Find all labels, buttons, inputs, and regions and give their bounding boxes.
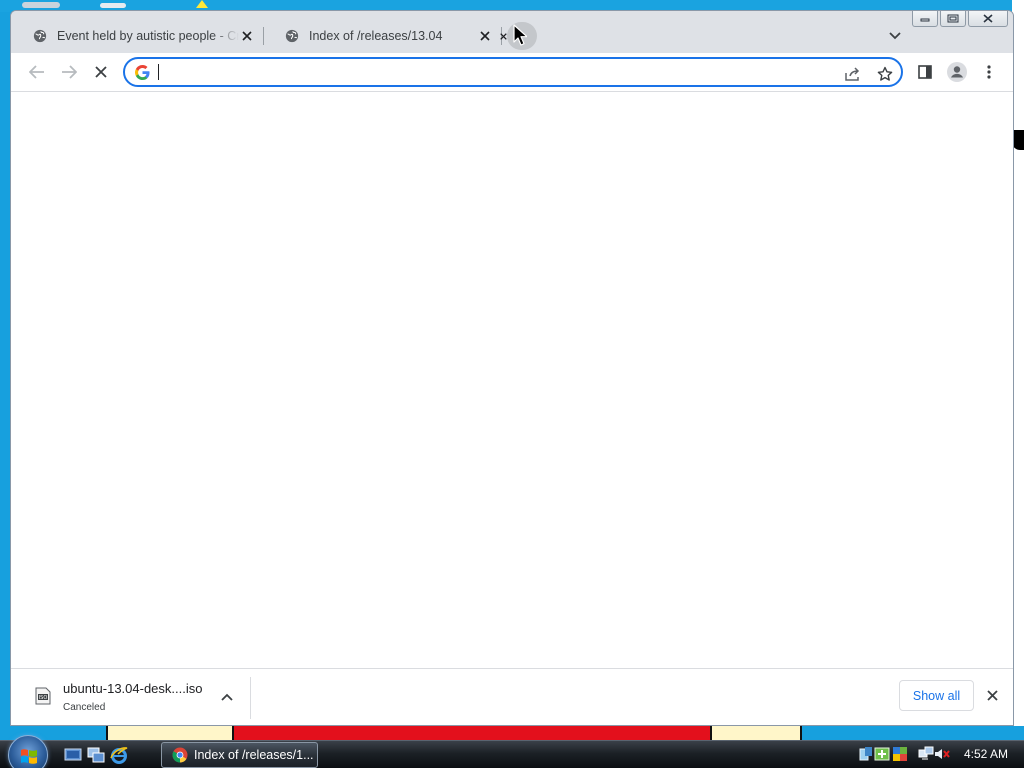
- download-options-button[interactable]: [217, 687, 237, 707]
- page-content[interactable]: [11, 92, 1013, 668]
- close-icon: [983, 14, 993, 23]
- profile-button[interactable]: [945, 60, 969, 84]
- download-item[interactable]: ISO ubuntu-13.04-desk....iso Canceled: [11, 669, 251, 725]
- tab-title: Event held by autistic people - Cr: [57, 29, 239, 43]
- close-tab-icon[interactable]: [495, 28, 511, 44]
- bookmark-star-icon[interactable]: [875, 64, 895, 84]
- tray-app-icon[interactable]: [858, 746, 874, 762]
- download-shelf: ISO ubuntu-13.04-desk....iso Canceled Sh…: [11, 668, 1013, 725]
- close-window-button[interactable]: [968, 11, 1008, 27]
- download-separator: [250, 677, 251, 719]
- globe-icon: [33, 29, 47, 43]
- globe-icon: [285, 29, 299, 43]
- minimize-icon: [920, 18, 930, 21]
- tab-index-of-releases[interactable]: Index of /releases/13.04: [263, 23, 501, 49]
- chevron-down-icon: [889, 32, 901, 40]
- address-input[interactable]: [157, 62, 837, 82]
- close-shelf-button[interactable]: [983, 686, 1001, 704]
- stop-loading-button[interactable]: [89, 60, 113, 84]
- browser-window: Event held by autistic people - Cr Index…: [10, 10, 1014, 726]
- mouse-cursor-icon: [513, 24, 527, 46]
- restore-button[interactable]: [940, 11, 966, 27]
- minimize-button[interactable]: [912, 11, 938, 27]
- window-controls: [912, 11, 1008, 28]
- svg-text:ISO: ISO: [39, 695, 48, 701]
- tab-event-held[interactable]: Event held by autistic people - Cr: [11, 23, 263, 49]
- taskbar-chrome-window[interactable]: Index of /releases/1...: [161, 742, 318, 768]
- taskbar-window-title: Index of /releases/1...: [194, 748, 314, 762]
- browser-toolbar: [11, 53, 1013, 91]
- network-icon[interactable]: [918, 746, 934, 762]
- download-filename: ubuntu-13.04-desk....iso: [63, 681, 203, 696]
- taskbar: Index of /releases/1... 4:52 AM: [0, 735, 1024, 768]
- side-panel-button[interactable]: [913, 60, 937, 84]
- tray-shield-icon[interactable]: [892, 746, 908, 762]
- restore-icon: [947, 14, 959, 23]
- switch-windows-icon[interactable]: [87, 746, 105, 764]
- stop-icon: [95, 66, 107, 78]
- tab-strip: Event held by autistic people - Cr Index…: [11, 11, 1013, 53]
- avatar-icon: [947, 62, 967, 82]
- close-icon: [986, 689, 998, 701]
- forward-button[interactable]: [57, 60, 81, 84]
- chrome-icon: [172, 747, 188, 763]
- system-clock[interactable]: 4:52 AM: [964, 747, 1008, 761]
- tray-network-app-icon[interactable]: [874, 746, 890, 762]
- desktop-wallpaper-bottom: [0, 726, 1024, 740]
- address-bar[interactable]: [123, 57, 903, 87]
- menu-button[interactable]: [977, 60, 1001, 84]
- internet-explorer-icon[interactable]: [110, 746, 128, 764]
- windows-logo-icon: [21, 749, 37, 764]
- share-icon[interactable]: [843, 64, 863, 84]
- back-button[interactable]: [25, 60, 49, 84]
- google-icon: [135, 65, 150, 80]
- start-button[interactable]: [8, 735, 48, 768]
- tab-search-button[interactable]: [885, 27, 905, 45]
- volume-muted-icon[interactable]: [934, 746, 950, 762]
- side-panel-icon: [918, 65, 932, 79]
- show-all-downloads-button[interactable]: Show all: [899, 680, 974, 711]
- tab-title: Index of /releases/13.04: [309, 29, 443, 43]
- system-tray: 4:52 AM: [854, 741, 1024, 768]
- iso-file-icon: ISO: [35, 687, 51, 705]
- arrow-right-icon: [62, 65, 77, 79]
- text-caret: [158, 64, 159, 80]
- more-vert-icon: [987, 65, 991, 79]
- close-tab-icon[interactable]: [239, 28, 255, 44]
- download-status: Canceled: [63, 702, 106, 713]
- show-desktop-icon[interactable]: [64, 746, 82, 764]
- chevron-up-icon: [221, 693, 233, 701]
- arrow-left-icon: [29, 65, 44, 79]
